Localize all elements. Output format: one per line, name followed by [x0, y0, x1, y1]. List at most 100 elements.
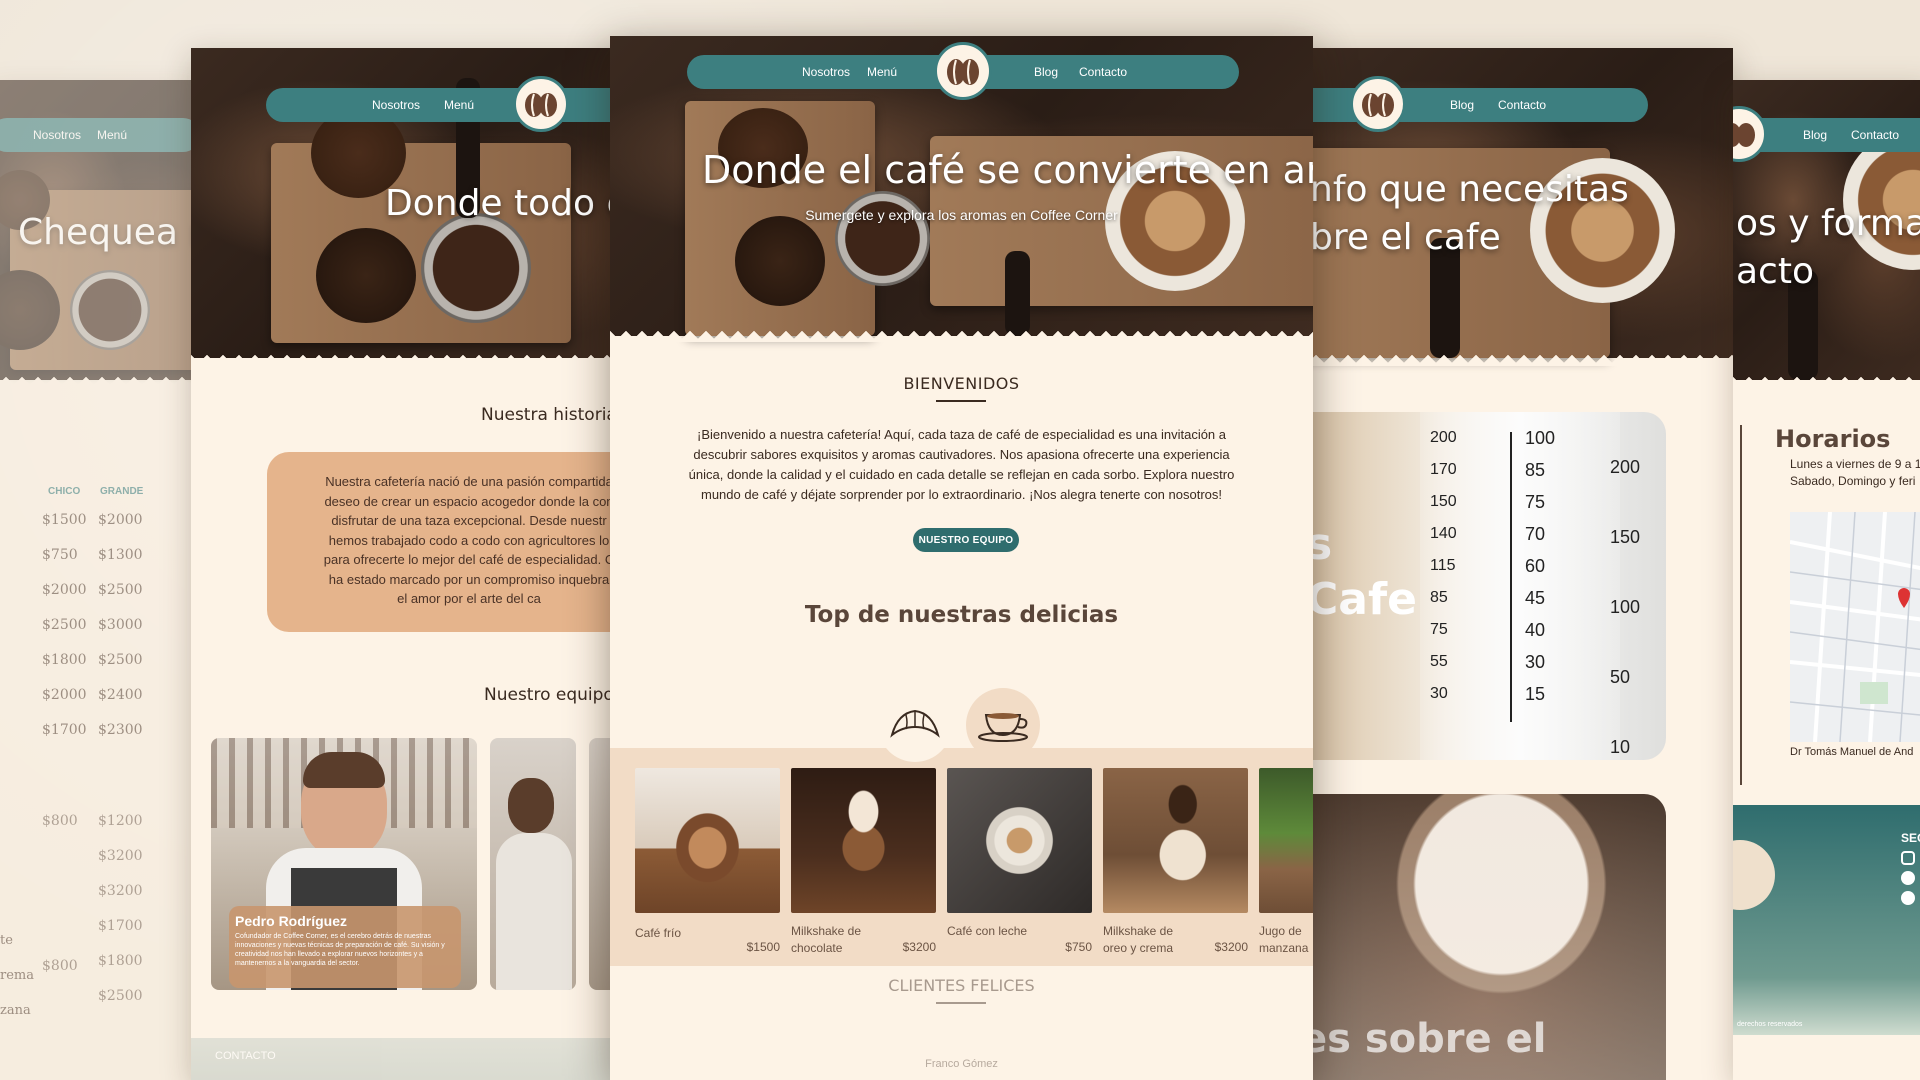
price: $1300: [98, 547, 143, 563]
blog-card-title: s Cafe: [1306, 517, 1417, 627]
nosotros-navbar: Nosotros Menú: [266, 88, 631, 122]
hours-line: Sabado, Domingo y feri: [1790, 474, 1916, 488]
cup-label: 30: [1525, 652, 1546, 672]
nav-blog[interactable]: Blog: [1803, 128, 1827, 142]
nav-menu[interactable]: Menú: [97, 128, 127, 142]
tiktok-icon[interactable]: [1901, 891, 1915, 905]
instagram-icon[interactable]: [1901, 851, 1915, 865]
footer-contact-label: CONTACTO: [215, 1050, 276, 1062]
cup-label: 200: [1430, 429, 1457, 446]
product-card[interactable]: Jugo de manzana: [1259, 768, 1313, 968]
nav-contacto[interactable]: Contacto: [1498, 98, 1546, 112]
blog-page-preview: Blog Contacto nfo que necesitas bre el c…: [1300, 48, 1733, 1080]
cup-label: 100: [1525, 428, 1556, 448]
nosotros-footer: CONTACTO: [191, 1038, 631, 1080]
history-line: ha estado marcado por un compromiso inqu…: [328, 571, 610, 587]
nav-contacto[interactable]: Contacto: [1851, 128, 1899, 142]
product-name: Café frío: [635, 926, 682, 940]
blog-card-line: s: [1306, 519, 1333, 570]
team-button[interactable]: NUESTRO EQUIPO: [913, 528, 1019, 552]
product-card[interactable]: Café frío $1500: [635, 768, 780, 954]
logo[interactable]: [934, 42, 992, 100]
cup-label: 15: [1525, 684, 1546, 704]
home-hero-title: Donde el café se convierte en arte: [702, 148, 1313, 192]
category-pastry[interactable]: [878, 688, 952, 762]
cup-label: 40: [1525, 620, 1546, 640]
menu-navbar: Nosotros Menú: [0, 118, 200, 152]
blog-card[interactable]: 200 170 150 140 115 85 75 55 30 100 85 7…: [1300, 412, 1666, 760]
nav-nosotros[interactable]: Nosotros: [802, 65, 850, 79]
clients-title: CLIENTES FELICES: [888, 976, 1035, 995]
cup-label: 170: [1430, 461, 1457, 478]
team-card[interactable]: [490, 738, 576, 990]
nav-blog[interactable]: Blog: [1450, 98, 1474, 112]
welcome-line: única, donde la calidad y el cuidado en …: [688, 467, 1235, 482]
price: $3200: [98, 883, 143, 899]
blog-card-title: es sobre el: [1300, 1016, 1547, 1062]
logo[interactable]: [513, 76, 569, 132]
menu-page-preview: Nosotros Menú Chequea nu CHICO GRANDE $1…: [0, 80, 200, 1080]
history-line: Nuestra cafetería nació de una pasión co…: [325, 474, 613, 489]
cup-label: 150: [1610, 527, 1641, 547]
member-bio: Cofundador de Coffee Corner, es el cereb…: [235, 933, 445, 967]
size-small-header: CHICO: [48, 486, 81, 497]
price: $1700: [42, 722, 87, 738]
coffee-bean-logo-icon: [1362, 93, 1394, 117]
nav-menu[interactable]: Menú: [444, 98, 474, 112]
team-card[interactable]: Pedro Rodríguez Cofundador de Coffee Cor…: [211, 738, 477, 990]
cup-scale-mid: 100 85 75 70 60 45 40 30 15: [1525, 422, 1555, 710]
price: $750: [42, 547, 78, 563]
menu-hero-title: Chequea nu: [18, 212, 200, 253]
nav-blog[interactable]: Blog: [1034, 65, 1058, 79]
price: $800: [42, 958, 78, 974]
price: $2300: [98, 722, 143, 738]
nav-menu[interactable]: Menú: [867, 65, 897, 79]
x-twitter-icon[interactable]: [1901, 871, 1915, 885]
nav-contacto[interactable]: Contacto: [1079, 65, 1127, 79]
price: $1700: [98, 918, 143, 934]
price: $2000: [98, 512, 143, 528]
cup-label: 10: [1610, 737, 1631, 757]
contacto-hero-line: acto: [1736, 251, 1814, 292]
product-price: $750: [1065, 940, 1092, 954]
nav-nosotros[interactable]: Nosotros: [372, 98, 420, 112]
cup-label: 75: [1430, 621, 1448, 638]
product-image: [947, 768, 1092, 913]
cup-label: 85: [1525, 460, 1546, 480]
price: $800: [42, 813, 78, 829]
welcome-title: BIENVENIDOS: [903, 374, 1020, 393]
product-card[interactable]: Milkshake de oreo y crema $3200: [1103, 768, 1248, 955]
product-card[interactable]: Milkshake de chocolate $3200: [791, 768, 936, 955]
product-price: $3200: [902, 940, 936, 954]
price: $2500: [42, 617, 87, 633]
price: $2000: [42, 687, 87, 703]
welcome-text: ¡Bienvenido a nuestra cafetería! Aquí, c…: [670, 425, 1253, 505]
product-card[interactable]: Café con leche $750: [947, 768, 1092, 954]
prices-large-col-2: $1200 $3200 $3200 $1700 $1800 $2500: [98, 813, 143, 1023]
cup-scale-left: 200 170 150 140 115 85 75 55 30: [1430, 422, 1457, 710]
welcome-underline: [936, 400, 986, 402]
product-name: Milkshake de chocolate: [791, 924, 862, 955]
nav-nosotros[interactable]: Nosotros: [33, 128, 81, 142]
product-image: [1259, 768, 1313, 913]
history-line: para ofrecerte lo mejor del café de espe…: [323, 552, 615, 567]
logo[interactable]: [1350, 76, 1406, 132]
product-name: Milkshake de oreo y crema: [1103, 924, 1174, 955]
prices-large-col: $2000 $1300 $2500 $3000 $2500 $2400 $230…: [98, 512, 143, 757]
product-image: [635, 768, 780, 913]
footer-note: derechos reservados: [1737, 1021, 1803, 1028]
coffee-bean-logo-icon: [1733, 123, 1755, 147]
prices-small-col: $1500 $750 $2000 $2500 $1800 $2000 $1700: [42, 512, 87, 757]
map[interactable]: [1790, 512, 1920, 742]
blog-hero-title: nfo que necesitas bre el cafe: [1310, 166, 1629, 262]
cup-label: 150: [1430, 493, 1457, 510]
client-name: Franco Gómez: [925, 1058, 998, 1070]
nosotros-page-preview: Nosotros Menú Donde todo em Nuestra hist…: [191, 48, 631, 1080]
contacto-hero-title: os y formas acto: [1736, 200, 1920, 296]
blog-card[interactable]: es sobre el: [1300, 794, 1666, 1080]
menu-item-names: te rema zana: [0, 933, 34, 1038]
product-price: $3200: [1214, 940, 1248, 954]
member-info-box: Pedro Rodríguez Cofundador de Coffee Cor…: [229, 906, 461, 988]
cup-label: 140: [1430, 525, 1457, 542]
category-coffee[interactable]: [966, 688, 1040, 762]
